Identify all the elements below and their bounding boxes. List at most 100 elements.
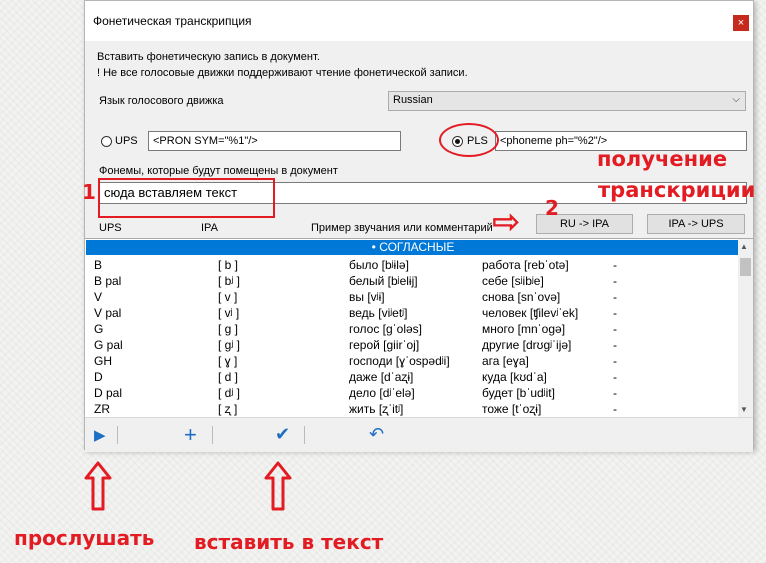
table-row[interactable]: D pal [ dʲ ] дело [dʲˈelə] будет [bˈudʲi…: [85, 385, 739, 401]
cell-ups: B pal: [94, 274, 122, 288]
cell-comment: -: [613, 354, 617, 368]
undo-icon[interactable]: ↶: [369, 424, 384, 445]
cell-example: жить [ʐˈitʲ]: [349, 402, 404, 416]
ups-radio[interactable]: [101, 136, 112, 147]
cell-example: белый [bʲelɨj]: [349, 274, 418, 288]
engine-language-value: Russian: [393, 94, 433, 106]
table-row[interactable]: G [ g ] голос [gˈoləs] много [mnˈogə] -: [85, 321, 739, 337]
cell-example-2: тоже [tˈoʐɨ]: [482, 402, 542, 416]
table-row[interactable]: B pal [ bʲ ] белый [bʲelɨj] себе [sʲibʲe…: [85, 273, 739, 289]
cell-example: дело [dʲˈelə]: [349, 386, 415, 400]
arrow-up-icon: [264, 461, 292, 511]
toolbar-separator: [304, 426, 305, 444]
annotation-get-transcription-line1: получение: [597, 147, 728, 171]
cell-example: господи [ɣˈospədʲi]: [349, 354, 450, 368]
scroll-up-arrow-icon[interactable]: ▲: [740, 242, 748, 251]
cell-ipa: [ ʐ ]: [218, 402, 238, 416]
consonants-section-header[interactable]: • СОГЛАСНЫЕ: [86, 240, 740, 255]
cell-ipa: [ gʲ ]: [218, 338, 240, 352]
cell-ipa: [ g ]: [218, 322, 239, 336]
cell-example-2: будет [bˈudʲit]: [482, 386, 555, 400]
table-row[interactable]: GH [ ɣ ] господи [ɣˈospədʲi] ага [eɣa] -: [85, 353, 739, 369]
intro-line-2: ! Не все голосовые движки поддерживают ч…: [97, 67, 468, 79]
table-row[interactable]: V [ v ] вы [vʲɨ] снова [snˈovə] -: [85, 289, 739, 305]
cell-ipa: [ dʲ ]: [218, 386, 240, 400]
cell-comment: -: [613, 290, 617, 304]
list-scrollbar[interactable]: ▲ ▼: [738, 239, 753, 417]
cell-example-2: куда [kʊdˈa]: [482, 370, 547, 384]
arrow-right-icon: ⇨: [492, 202, 521, 242]
cell-comment: -: [613, 306, 617, 320]
column-ups-label: UPS: [99, 222, 122, 234]
cell-ipa: [ d ]: [218, 370, 239, 384]
cell-example-2: ага [eɣa]: [482, 354, 529, 368]
add-icon[interactable]: +: [184, 422, 197, 448]
cell-ipa: [ ɣ ]: [218, 354, 238, 368]
ups-template-input[interactable]: <PRON SYM="%1"/>: [148, 131, 401, 151]
annotation-listen: прослушать: [14, 526, 155, 550]
cell-ups: D: [94, 370, 103, 384]
chevron-down-icon: ⌵: [732, 94, 740, 105]
cell-comment: -: [613, 386, 617, 400]
intro-line-1: Вставить фонетическую запись в документ.: [97, 51, 320, 63]
table-row[interactable]: B [ b ] было [bʲɨlə] работа [rebˈotə] -: [85, 257, 739, 273]
cell-comment: -: [613, 322, 617, 336]
cell-ipa: [ b ]: [218, 258, 239, 272]
cell-example: было [bʲɨlə]: [349, 258, 409, 272]
cell-ups: G: [94, 322, 104, 336]
ups-radio-label: UPS: [115, 135, 138, 147]
cell-example: голос [gˈoləs]: [349, 322, 423, 336]
cell-comment: -: [613, 274, 617, 288]
cell-ups: ZR: [94, 402, 110, 416]
phonemes-label: Фонемы, которые будут помещены в докумен…: [99, 165, 338, 177]
table-row[interactable]: V pal [ vʲ ] ведь [viʲetʲ] человек [ʧile…: [85, 305, 739, 321]
cell-comment: -: [613, 338, 617, 352]
cell-ipa: [ bʲ ]: [218, 274, 240, 288]
cell-ipa: [ vʲ ]: [218, 306, 240, 320]
engine-language-label: Язык голосового движка: [99, 95, 224, 107]
cell-example-2: другие [drʊgʲˈijə]: [482, 338, 572, 352]
cell-ups: D pal: [94, 386, 123, 400]
cell-ipa: [ v ]: [218, 290, 238, 304]
cell-example-2: себе [sʲibʲe]: [482, 274, 544, 288]
phoneme-list[interactable]: • СОГЛАСНЫЕ B [ b ] было [bʲɨlə] работа …: [85, 238, 753, 417]
cell-ups: GH: [94, 354, 112, 368]
table-row[interactable]: ZR [ ʐ ] жить [ʐˈitʲ] тоже [tˈoʐɨ] -: [85, 401, 739, 417]
cell-ups: G pal: [94, 338, 123, 352]
cell-example: даже [dˈaʐɨ]: [349, 370, 414, 384]
cell-comment: -: [613, 402, 617, 416]
title-bar: Фонетическая транскрипция ×: [85, 1, 753, 41]
column-ipa-label: IPA: [201, 222, 218, 234]
arrow-up-icon: [84, 461, 112, 511]
toolbar-separator: [212, 426, 213, 444]
table-row[interactable]: D [ d ] даже [dˈaʐɨ] куда [kʊdˈa] -: [85, 369, 739, 385]
cell-example: герой [giirˈoj]: [349, 338, 420, 352]
play-icon[interactable]: ▶: [94, 426, 106, 444]
cell-ups: V: [94, 290, 103, 304]
annotation-number-2: 2: [545, 196, 559, 220]
column-example-label: Пример звучания или комментарий: [311, 222, 493, 234]
scroll-down-arrow-icon[interactable]: ▼: [740, 405, 748, 414]
cell-comment: -: [613, 370, 617, 384]
engine-language-select[interactable]: Russian ⌵: [388, 91, 746, 111]
annotation-box-input: [98, 178, 275, 218]
ipa-ups-button[interactable]: IPA -> UPS: [647, 214, 745, 234]
cell-ups: B: [94, 258, 103, 272]
cell-example-2: много [mnˈogə]: [482, 322, 566, 336]
scroll-thumb[interactable]: [740, 258, 751, 276]
close-button[interactable]: ×: [733, 15, 749, 31]
bottom-toolbar: ▶ + ✔ ↶: [85, 417, 753, 452]
check-icon[interactable]: ✔: [275, 424, 290, 445]
cell-comment: -: [613, 258, 617, 272]
annotation-insert-text: вставить в текст: [194, 530, 384, 554]
cell-ups: V pal: [94, 306, 122, 320]
cell-example-2: работа [rebˈotə]: [482, 258, 569, 272]
annotation-get-transcription-line2: транскриции: [598, 178, 756, 202]
cell-example-2: человек [ʧilevʲˈek]: [482, 306, 579, 320]
window-title: Фонетическая транскрипция: [93, 14, 252, 28]
annotation-circle-pls: [439, 123, 499, 157]
table-row[interactable]: G pal [ gʲ ] герой [giirˈoj] другие [drʊ…: [85, 337, 739, 353]
annotation-number-1: 1: [82, 180, 96, 204]
cell-example-2: снова [snˈovə]: [482, 290, 561, 304]
cell-example: вы [vʲɨ]: [349, 290, 385, 304]
